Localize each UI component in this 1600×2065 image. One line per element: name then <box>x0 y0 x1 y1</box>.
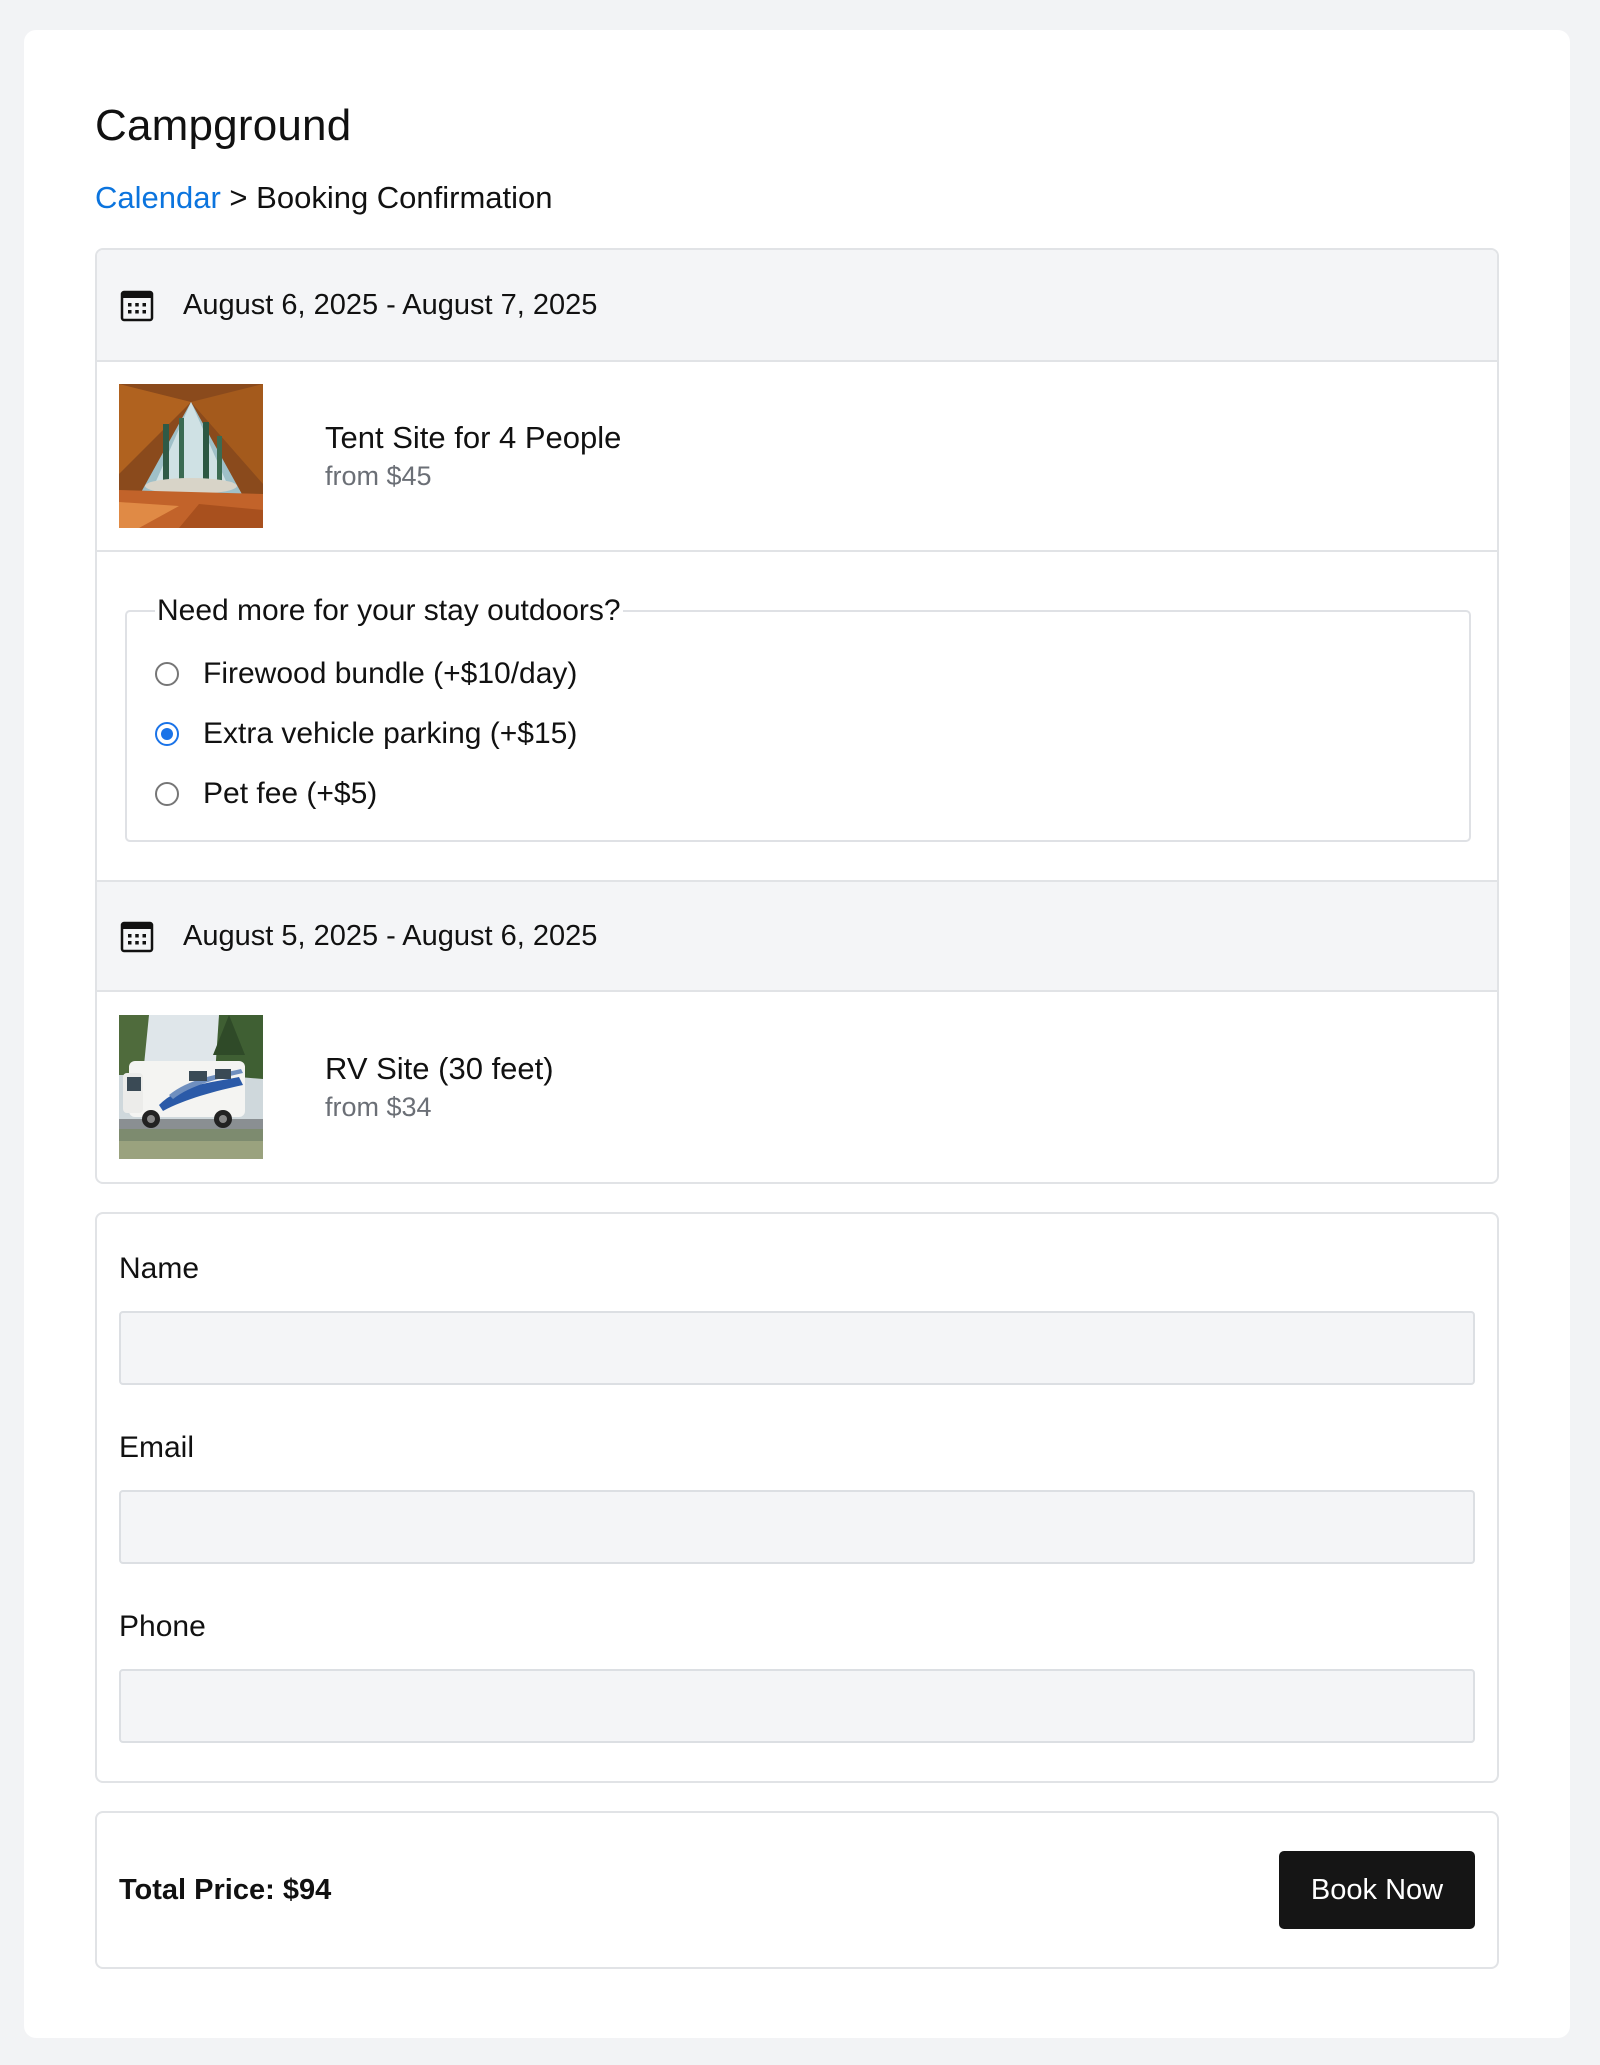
breadcrumb-separator: > <box>220 180 257 215</box>
booking-date-range: August 5, 2025 - August 6, 2025 <box>183 920 598 952</box>
book-now-button[interactable]: Book Now <box>1279 1851 1475 1929</box>
tent-site-image <box>119 384 263 528</box>
name-field-group: Name <box>119 1250 1475 1385</box>
email-label: Email <box>119 1431 195 1464</box>
extra-option-vehicle-parking[interactable]: Extra vehicle parking (+$15) <box>155 704 1443 764</box>
radio-pet-fee[interactable] <box>155 782 179 806</box>
extra-option-pet-fee[interactable]: Pet fee (+$5) <box>155 764 1443 824</box>
page-title: Campground <box>95 101 352 150</box>
extras-legend: Need more for your stay outdoors? <box>157 594 621 627</box>
phone-field-group: Phone <box>119 1608 1475 1743</box>
extra-option-label: Extra vehicle parking (+$15) <box>203 717 578 750</box>
breadcrumb: Calendar > Booking Confirmation <box>95 178 1499 218</box>
calendar-icon <box>120 921 154 953</box>
booking-card: Campground Calendar > Booking Confirmati… <box>24 30 1570 2038</box>
bookings-list: August 6, 2025 - August 7, 2025 Tent Sit… <box>95 248 1499 1184</box>
booking-date-header: August 6, 2025 - August 7, 2025 <box>97 250 1497 362</box>
site-info: RV Site (30 feet) from $34 <box>325 1050 554 1124</box>
breadcrumb-current: Booking Confirmation <box>256 180 553 215</box>
phone-input[interactable] <box>119 1669 1475 1743</box>
extras-fieldset: Need more for your stay outdoors? Firewo… <box>125 592 1471 842</box>
radio-firewood[interactable] <box>155 662 179 686</box>
site-info: Tent Site for 4 People from $45 <box>325 419 621 493</box>
email-input[interactable] <box>119 1490 1475 1564</box>
site-row-tent: Tent Site for 4 People from $45 <box>97 362 1497 552</box>
booking-date-header: August 5, 2025 - August 6, 2025 <box>97 880 1497 992</box>
site-row-rv: RV Site (30 feet) from $34 <box>97 992 1497 1182</box>
site-price: from $34 <box>325 1092 432 1122</box>
email-field-group: Email <box>119 1429 1475 1564</box>
booking-date-range: August 6, 2025 - August 7, 2025 <box>183 289 598 321</box>
extra-option-firewood[interactable]: Firewood bundle (+$10/day) <box>155 644 1443 704</box>
extra-option-label: Pet fee (+$5) <box>203 777 378 810</box>
total-price: Total Price: $94 <box>119 1873 332 1906</box>
breadcrumb-calendar-link[interactable]: Calendar <box>95 180 221 215</box>
extra-option-label: Firewood bundle (+$10/day) <box>203 657 578 690</box>
extras-section: Need more for your stay outdoors? Firewo… <box>97 552 1497 880</box>
name-input[interactable] <box>119 1311 1475 1385</box>
rv-site-image <box>119 1015 263 1159</box>
site-price: from $45 <box>325 461 432 491</box>
radio-vehicle-parking[interactable] <box>155 722 179 746</box>
contact-form: Name Email Phone <box>95 1212 1499 1783</box>
site-name: RV Site (30 feet) <box>325 1051 554 1086</box>
site-name: Tent Site for 4 People <box>325 420 622 455</box>
calendar-icon <box>120 290 154 322</box>
name-label: Name <box>119 1252 200 1285</box>
phone-label: Phone <box>119 1610 206 1643</box>
total-summary: Total Price: $94 Book Now <box>95 1811 1499 1969</box>
